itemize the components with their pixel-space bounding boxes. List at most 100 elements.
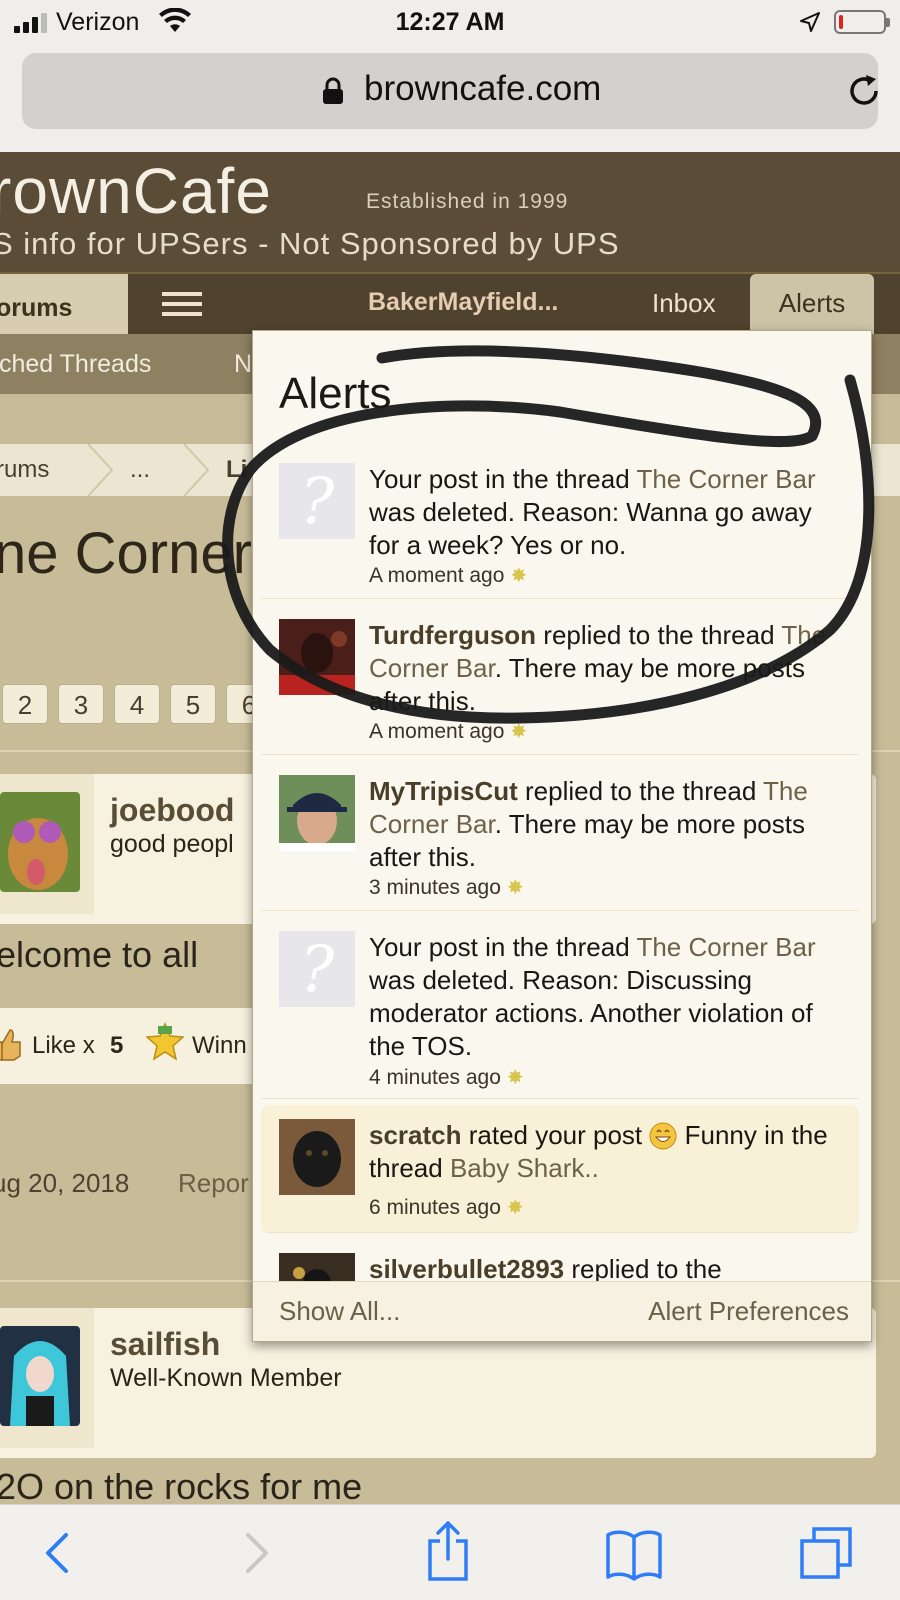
unread-star-icon: ✸ xyxy=(506,877,524,899)
anime-avatar-image xyxy=(0,1326,80,1426)
page-link[interactable]: 2 xyxy=(2,684,48,724)
breadcrumb-separator-icon xyxy=(183,444,210,496)
post-user-title: Well-Known Member xyxy=(110,1364,342,1392)
rating-name: Funny xyxy=(684,1120,757,1150)
thread-link[interactable]: Baby Shark.. xyxy=(450,1153,599,1183)
address-bar[interactable]: browncafe.com xyxy=(22,53,878,129)
alert-text-part: replied to the thread xyxy=(536,620,782,650)
tabs-icon[interactable] xyxy=(798,1525,858,1581)
page-link[interactable]: 3 xyxy=(58,684,104,724)
placeholder-avatar-icon: ? xyxy=(279,463,355,539)
post-user-title: good peopl xyxy=(110,830,234,858)
breadcrumb-separator-icon xyxy=(87,444,114,496)
new-posts-link[interactable]: N xyxy=(234,350,252,379)
alert-item[interactable]: silverbullet2893 replied to the xyxy=(261,1239,859,1281)
post-username[interactable]: sailfish xyxy=(110,1326,220,1363)
post-username[interactable]: joebood xyxy=(110,792,234,829)
main-nav: orums BakerMayfield... Inbox Alerts xyxy=(0,272,900,338)
tab-forums[interactable]: orums xyxy=(0,274,128,338)
alert-message: scratch rated your post Funny in the thr… xyxy=(369,1119,845,1185)
thread-link[interactable]: The Corner Bar xyxy=(636,932,815,962)
alert-text-part: rated your post xyxy=(461,1120,650,1150)
post-message: 2O on the rocks for me xyxy=(0,1466,363,1507)
post-date[interactable]: ug 20, 2018 xyxy=(0,1168,129,1199)
show-all-link[interactable]: Show All... xyxy=(279,1296,400,1327)
alert-username[interactable]: Turdferguson xyxy=(369,620,536,650)
svg-text:?: ? xyxy=(300,933,335,1007)
avatar[interactable] xyxy=(0,774,94,914)
report-link[interactable]: Repor xyxy=(178,1168,249,1199)
winner-star-icon xyxy=(146,1022,184,1061)
site-header: rownCafe Established in 1999 S info for … xyxy=(0,152,900,272)
watched-threads-link[interactable]: tched Threads xyxy=(0,350,151,379)
clock: 12:27 AM xyxy=(395,8,505,36)
hamburger-menu-icon[interactable] xyxy=(162,290,202,318)
alert-username[interactable]: silverbullet2893 xyxy=(369,1254,564,1281)
alert-timestamp: 4 minutes ago ✸ xyxy=(369,1065,524,1090)
alert-username[interactable]: MyTripisCut xyxy=(369,776,518,806)
alerts-list[interactable]: ? Your post in the thread The Corner Bar… xyxy=(253,449,871,1281)
alert-message: Turdferguson replied to the thread The C… xyxy=(369,619,845,718)
forward-arrow-icon[interactable] xyxy=(226,1525,286,1581)
reload-icon[interactable] xyxy=(846,73,882,109)
alert-message: silverbullet2893 replied to the xyxy=(369,1253,845,1281)
funny-smiley-icon xyxy=(649,1122,677,1150)
alert-preferences-link[interactable]: Alert Preferences xyxy=(648,1296,849,1327)
breadcrumb-item[interactable]: ... xyxy=(130,456,150,484)
placeholder-avatar-icon: ? xyxy=(279,931,355,1007)
inbox-link[interactable]: Inbox xyxy=(652,288,716,319)
alert-time-text: 6 minutes ago xyxy=(369,1196,501,1219)
alert-time-text: A moment ago xyxy=(369,720,505,743)
post-message: elcome to all xyxy=(0,934,199,975)
alert-item[interactable]: ? Your post in the thread The Corner Bar… xyxy=(261,917,859,1099)
page-link[interactable]: 4 xyxy=(114,684,160,724)
alert-text-part: was deleted. Reason: Wanna go away for a… xyxy=(369,497,812,560)
unread-star-icon: ✸ xyxy=(510,721,528,743)
alert-timestamp: 6 minutes ago ✸ xyxy=(369,1195,524,1220)
page-link[interactable]: 5 xyxy=(170,684,216,724)
dog-photo-avatar xyxy=(279,1119,355,1195)
winner-label[interactable]: Winn xyxy=(192,1032,247,1060)
alert-text-part: replied to the thread xyxy=(517,776,764,806)
user-photo-avatar xyxy=(279,619,355,695)
alert-item[interactable]: MyTripisCut replied to the thread The Co… xyxy=(261,761,859,911)
alert-item[interactable]: ? Your post in the thread The Corner Bar… xyxy=(261,449,859,599)
dog-avatar-image xyxy=(0,792,80,892)
user-photo-avatar xyxy=(279,1253,355,1281)
like-label[interactable]: Like x xyxy=(32,1032,95,1060)
alert-username[interactable]: scratch xyxy=(369,1120,462,1150)
alert-text-part: was deleted. Reason: Discussing moderato… xyxy=(369,965,813,1061)
site-tagline: S info for UPSers - Not Sponsored by UPS xyxy=(0,226,620,261)
alert-item[interactable]: scratch rated your post Funny in the thr… xyxy=(261,1105,859,1233)
breadcrumb-item[interactable]: Li xyxy=(226,456,247,484)
unread-star-icon: ✸ xyxy=(506,1197,524,1219)
avatar[interactable] xyxy=(0,1308,94,1448)
battery-icon xyxy=(834,10,890,34)
share-icon[interactable] xyxy=(418,1519,478,1581)
browser-toolbar xyxy=(0,1504,900,1600)
alert-message: Your post in the thread The Corner Bar w… xyxy=(369,931,845,1063)
location-arrow-icon xyxy=(800,12,820,32)
alert-message: Your post in the thread The Corner Bar w… xyxy=(369,463,845,562)
url-text: browncafe.com xyxy=(364,69,602,108)
like-count: 5 xyxy=(110,1032,124,1059)
alert-message: MyTripisCut replied to the thread The Co… xyxy=(369,775,845,874)
alert-time-text: 3 minutes ago xyxy=(369,876,501,899)
lock-icon xyxy=(323,77,343,104)
alert-text-part: Your post in the thread xyxy=(369,464,637,494)
account-username[interactable]: BakerMayfield... xyxy=(368,288,558,317)
established-text: Established in 1999 xyxy=(366,190,569,213)
alerts-tab[interactable]: Alerts xyxy=(750,274,874,338)
bookmarks-book-icon[interactable] xyxy=(604,1525,664,1581)
alert-text-part: replied to the xyxy=(564,1254,722,1281)
thread-link[interactable]: The Corner Bar xyxy=(636,464,815,494)
browser-chrome: browncafe.com xyxy=(0,44,900,152)
alert-timestamp: A moment ago ✸ xyxy=(369,719,527,744)
alert-item[interactable]: Turdferguson replied to the thread The C… xyxy=(261,605,859,755)
breadcrumb-item[interactable]: rums xyxy=(0,456,49,484)
alert-time-text: A moment ago xyxy=(369,564,505,587)
alerts-popup: Alerts ? Your post in the thread The Cor… xyxy=(252,330,872,1342)
battery-level xyxy=(839,15,843,29)
site-logo-text[interactable]: rownCafe xyxy=(0,154,272,228)
back-arrow-icon[interactable] xyxy=(28,1525,88,1581)
